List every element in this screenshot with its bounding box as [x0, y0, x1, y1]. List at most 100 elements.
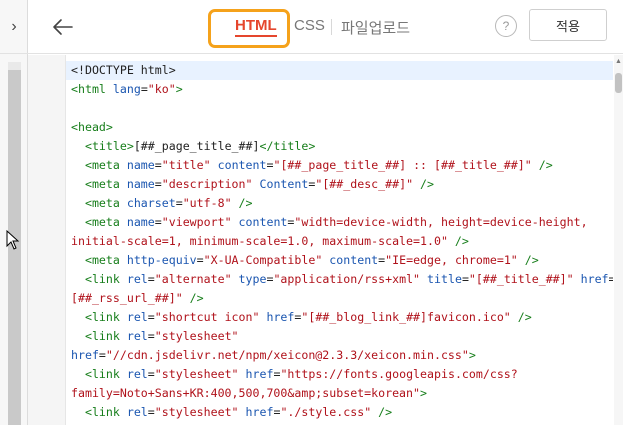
code-token: =	[147, 310, 155, 324]
code-token: </title>	[259, 139, 316, 153]
code-line[interactable]: 10 <meta http-equiv="X-UA-Compatible" co…	[66, 251, 613, 270]
code-token: =	[98, 348, 106, 362]
code-token: "stylesheet"	[154, 329, 239, 343]
code-token: rel	[126, 405, 148, 419]
code-token: "IE=edge, chrome=1"	[385, 253, 518, 267]
left-panel: ›	[0, 0, 28, 425]
code-text: <!DOCTYPE html>	[71, 61, 176, 80]
code-token: rel	[126, 272, 148, 286]
code-line[interactable]: 9 <meta name="viewport" content="width=d…	[66, 213, 613, 232]
code-token: Content	[259, 177, 309, 191]
code-text: href="//cdn.jsdelivr.net/npm/xeicon@2.3.…	[71, 346, 476, 365]
code-token: />	[517, 253, 539, 267]
code-text: family=Noto+Sans+KR:400,500,700&amp;subs…	[71, 384, 427, 403]
code-text: <meta name="viewport" content="width=dev…	[71, 213, 588, 232]
tab-html[interactable]: HTML	[235, 17, 277, 37]
code-token: title	[427, 272, 462, 286]
code-token: =	[154, 177, 162, 191]
code-token: =	[154, 215, 162, 229]
code-token: "shortcut icon"	[154, 310, 260, 324]
code-token: "alternate"	[154, 272, 232, 286]
code-line[interactable]: 11 <link rel="alternate" type="applicati…	[66, 270, 613, 289]
code-token: <title>	[71, 139, 134, 153]
scroll-up-icon[interactable]: ▲	[614, 57, 623, 67]
code-line[interactable]: 12 <link rel="shortcut icon" href="[##_b…	[66, 308, 613, 327]
code-text: <link rel="stylesheet" href="https://fon…	[71, 365, 518, 384]
editor-scrollbar[interactable]: ▲	[614, 55, 623, 425]
code-token: name	[126, 215, 155, 229]
code-token: "stylesheet"	[154, 405, 239, 419]
code-token: =	[147, 329, 155, 343]
code-line[interactable]: 13 <link rel="stylesheet"	[66, 327, 613, 346]
code-token: "./style.css"	[280, 405, 372, 419]
code-text: <meta name="title" content="[##_page_tit…	[71, 156, 553, 175]
code-token: <meta	[71, 253, 127, 267]
code-line[interactable]: 14 <link rel="stylesheet" href="https://…	[66, 365, 613, 384]
chevron-right-icon: ›	[11, 17, 17, 35]
tab-file-upload[interactable]: 파일업로드	[341, 17, 410, 38]
code-token: />	[182, 291, 204, 305]
code-token: <meta	[71, 215, 127, 229]
code-area[interactable]: 1<!DOCTYPE html>2<html lang="ko">34<head…	[66, 55, 613, 425]
code-line[interactable]: family=Noto+Sans+KR:400,500,700&amp;subs…	[66, 384, 613, 403]
editor-scrollbar-thumb[interactable]	[615, 73, 622, 93]
code-token: "[##_desc_##]"	[315, 177, 414, 191]
code-token: <!DOCTYPE html>	[71, 63, 176, 77]
code-token: "ko"	[147, 82, 176, 96]
code-line[interactable]: 7 <meta name="description" Content="[##_…	[66, 175, 613, 194]
code-token: rel	[126, 329, 148, 343]
code-token: content	[217, 158, 267, 172]
tab-css[interactable]: CSS	[294, 17, 325, 34]
code-token: family=Noto+Sans+KR:400,500,700&amp;subs…	[71, 386, 421, 400]
code-token: rel	[126, 310, 148, 324]
back-button[interactable]	[48, 12, 78, 42]
code-token: />	[531, 158, 553, 172]
code-token: <meta	[71, 158, 127, 172]
code-token: <link	[71, 329, 127, 343]
code-token: "[##_title_##]"	[468, 272, 574, 286]
code-text: <head>	[71, 118, 113, 137]
code-token: "X-UA-Compatible"	[203, 253, 323, 267]
code-token: "//cdn.jsdelivr.net/npm/xeicon@2.3.3/xei…	[105, 348, 469, 362]
code-line[interactable]: initial-scale=1, minimum-scale=1.0, maxi…	[66, 232, 613, 251]
apply-button[interactable]: 적용	[529, 9, 607, 41]
code-text: <html lang="ko">	[71, 80, 183, 99]
code-token: "width=device-width, height=device-heigh…	[294, 215, 588, 229]
code-token: <meta	[71, 196, 127, 210]
code-line[interactable]: 3	[66, 99, 613, 118]
code-line[interactable]: 5 <title>[##_page_title_##]</title>	[66, 137, 613, 156]
code-line[interactable]: 8 <meta charset="utf-8" />	[66, 194, 613, 213]
code-token: content	[238, 215, 288, 229]
code-line[interactable]: href="//cdn.jsdelivr.net/npm/xeicon@2.3.…	[66, 346, 613, 365]
code-token: =	[140, 82, 148, 96]
code-line[interactable]: 15 <link rel="stylesheet" href="./style.…	[66, 403, 613, 422]
code-line[interactable]: [##_rss_url_##]" />	[66, 289, 613, 308]
code-token: <html	[71, 82, 113, 96]
code-token: href	[71, 348, 99, 362]
code-line[interactable]: 6 <meta name="title" content="[##_page_t…	[66, 156, 613, 175]
code-token: href	[580, 272, 609, 286]
code-line[interactable]: 1<!DOCTYPE html>	[66, 61, 613, 80]
code-line[interactable]: 2<html lang="ko">	[66, 80, 613, 99]
code-text: <link rel="stylesheet"	[71, 327, 239, 346]
code-token: "description"	[161, 177, 253, 191]
code-text: <title>[##_page_title_##]</title>	[71, 137, 315, 156]
expand-panel-button[interactable]: ›	[0, 0, 28, 54]
code-token: type	[238, 272, 267, 286]
code-token: <link	[71, 405, 127, 419]
code-editor[interactable]: 1<!DOCTYPE html>2<html lang="ko">34<head…	[28, 55, 623, 425]
code-token: <meta	[71, 177, 127, 191]
code-token: >	[468, 348, 476, 362]
code-token: "utf-8"	[182, 196, 232, 210]
code-line[interactable]: 4<head>	[66, 118, 613, 137]
help-button[interactable]: ?	[495, 15, 517, 37]
code-token: [##_page_title_##]	[133, 139, 260, 153]
code-token: >	[175, 82, 183, 96]
code-token: >	[420, 386, 427, 400]
line-number-gutter	[28, 55, 66, 425]
